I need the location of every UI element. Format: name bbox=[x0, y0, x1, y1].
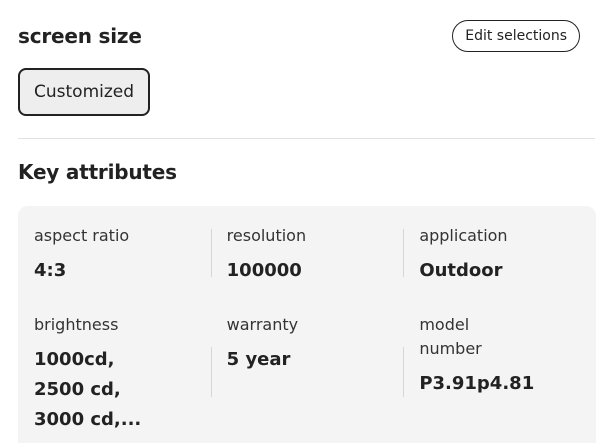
attribute-label: model number bbox=[419, 315, 482, 358]
section-divider bbox=[18, 138, 595, 139]
product-attributes-panel: screen size Edit selections Customized K… bbox=[0, 0, 610, 443]
attribute-model-number: model number P3.91p4.81 bbox=[403, 313, 596, 443]
attribute-brightness: brightness 1000cd, 2500 cd, 3000 cd,... bbox=[18, 313, 211, 443]
attribute-row: aspect ratio 4:3 resolution 100000 appli… bbox=[18, 224, 596, 288]
attribute-label: aspect ratio bbox=[34, 226, 130, 245]
attribute-label: application bbox=[419, 226, 508, 245]
attribute-warranty: warranty 5 year bbox=[210, 313, 404, 443]
attribute-row: brightness 1000cd, 2500 cd, 3000 cd,... wa… bbox=[18, 313, 596, 443]
attribute-value: P3.91p4.81 bbox=[419, 373, 535, 394]
selection-header: screen size Edit selections bbox=[18, 19, 580, 53]
attribute-value: 100000 bbox=[226, 260, 302, 281]
key-attributes-card: aspect ratio 4:3 resolution 100000 appli… bbox=[18, 206, 596, 443]
attribute-label: brightness bbox=[34, 315, 119, 334]
attribute-label: resolution bbox=[226, 226, 307, 245]
edit-selections-button[interactable]: Edit selections bbox=[452, 20, 580, 52]
attribute-application: application Outdoor bbox=[403, 224, 596, 288]
attribute-label: warranty bbox=[226, 315, 299, 334]
key-attributes-title: Key attributes bbox=[18, 160, 177, 184]
attribute-value: 1000cd, 2500 cd, 3000 cd,... bbox=[34, 349, 142, 430]
screen-size-option-chip[interactable]: Customized bbox=[18, 68, 151, 116]
attribute-resolution: resolution 100000 bbox=[210, 224, 404, 288]
attribute-value: 4:3 bbox=[34, 260, 67, 281]
screen-size-title: screen size bbox=[18, 24, 142, 48]
attribute-value: 5 year bbox=[226, 349, 291, 370]
attribute-value: Outdoor bbox=[419, 260, 503, 281]
attribute-aspect-ratio: aspect ratio 4:3 bbox=[18, 224, 211, 288]
